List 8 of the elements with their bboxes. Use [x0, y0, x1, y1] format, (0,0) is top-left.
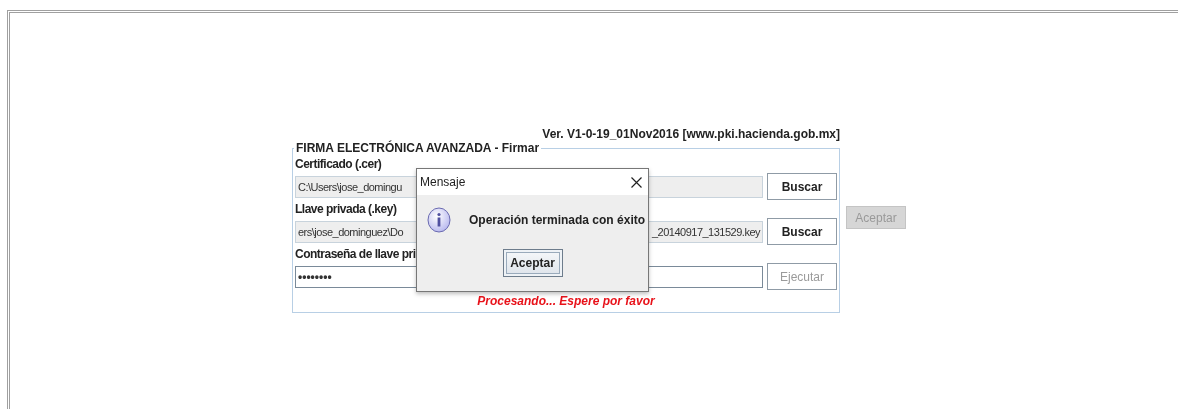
field-label: Llave privada (.key): [295, 202, 397, 216]
dialog-title: Mensaje: [420, 175, 466, 189]
field-label: Certificado (.cer): [295, 157, 382, 171]
dialog-message: Operación terminada con éxito: [469, 213, 646, 227]
field-label: Contraseña de llave pri: [295, 247, 416, 261]
panel-title: FIRMA ELECTRÓNICA AVANZADA - Firmar: [295, 141, 541, 155]
status-text: Procesando... Espere por favor: [477, 294, 655, 308]
version-text: Ver. V1-0-19_01Nov2016 [www.pki.hacienda.gob.mx]: [542, 127, 840, 141]
